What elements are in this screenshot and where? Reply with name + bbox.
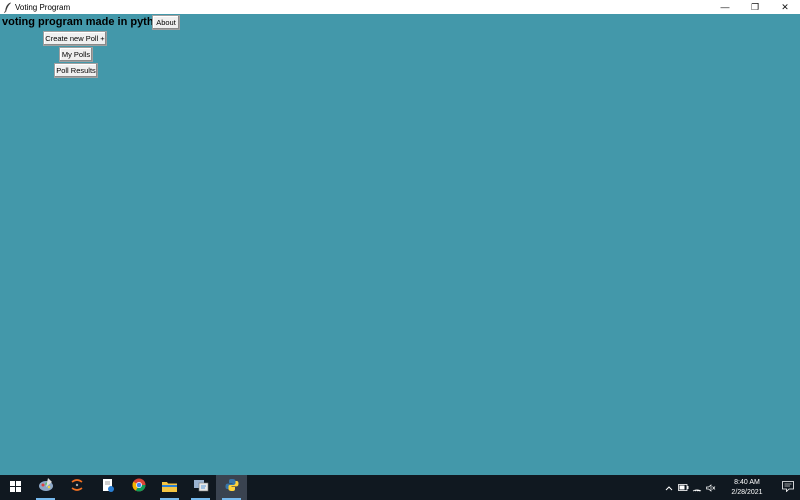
- app-client-area: voting program made in python About Crea…: [0, 14, 800, 475]
- window-titlebar: Voting Program — ❐ ✕: [0, 0, 800, 14]
- clock-date: 2/28/2021: [731, 488, 763, 496]
- app-heading: voting program made in python: [2, 16, 168, 28]
- taskbar-app-python[interactable]: [216, 475, 247, 500]
- close-button[interactable]: ✕: [770, 0, 800, 14]
- window-title: Voting Program: [15, 2, 71, 12]
- battery-icon[interactable]: [676, 475, 690, 500]
- window-controls: — ❐ ✕: [710, 0, 800, 14]
- taskbar-app-notepad[interactable]: [92, 475, 123, 500]
- python-icon: [225, 478, 239, 497]
- my-polls-button[interactable]: My Polls: [59, 47, 93, 62]
- taskbar-clock[interactable]: 8:40 AM 2/28/2021: [718, 478, 776, 498]
- taskbar-app-chrome[interactable]: [123, 475, 154, 500]
- clock-time: 8:40 AM: [734, 478, 760, 486]
- speaker-muted-icon[interactable]: [704, 475, 718, 500]
- chevron-up-icon[interactable]: [662, 475, 676, 500]
- notification-icon: [782, 479, 794, 497]
- taskbar: 8:40 AM 2/28/2021: [0, 475, 800, 500]
- notification-center-button[interactable]: [776, 475, 800, 500]
- taskbar-app-orange[interactable]: [61, 475, 92, 500]
- chrome-icon: [132, 478, 146, 497]
- poll-results-button[interactable]: Poll Results: [54, 63, 98, 78]
- restore-button[interactable]: ❐: [740, 0, 770, 14]
- document-icon: [101, 478, 115, 498]
- windows-icon: [9, 479, 21, 497]
- app-icon-orange: [71, 478, 83, 497]
- taskbar-app-settings[interactable]: [30, 475, 61, 500]
- folder-icon: [162, 479, 177, 497]
- minimize-button[interactable]: —: [710, 0, 740, 14]
- taskbar-app-network[interactable]: [185, 475, 216, 500]
- taskbar-app-file-explorer[interactable]: [154, 475, 185, 500]
- about-button[interactable]: About: [152, 15, 180, 30]
- feather-icon: [3, 1, 13, 13]
- paint-app-icon: [38, 478, 54, 497]
- system-tray: 8:40 AM 2/28/2021: [662, 475, 800, 500]
- wifi-icon[interactable]: [690, 475, 704, 500]
- create-poll-button[interactable]: Create new Poll +: [43, 31, 107, 46]
- network-app-icon: [193, 478, 209, 497]
- start-button[interactable]: [0, 475, 30, 500]
